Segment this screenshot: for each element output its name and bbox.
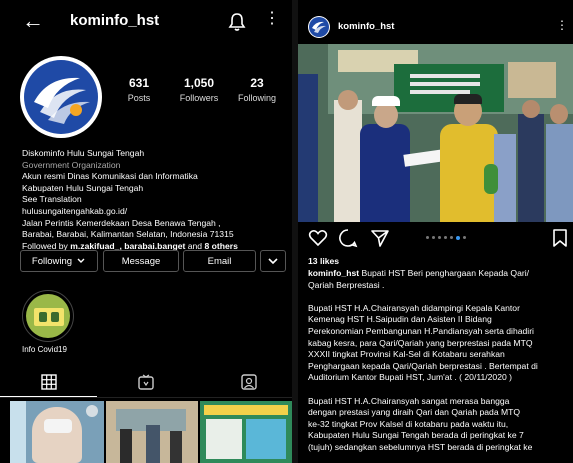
share-icon[interactable] <box>370 228 390 248</box>
message-button[interactable]: Message <box>103 250 179 272</box>
post-header: kominfo_hst ⋮ <box>298 12 573 40</box>
caption-line: ke-32 tingkat Prov Kalsel di kotabaru pa… <box>308 418 509 429</box>
post-pane: kominfo_hst ⋮ 13 likes kominfo_hst Bupat… <box>298 0 573 463</box>
caption-text: Bupati HST Beri penghargaan Kepada Qari/ <box>361 268 530 278</box>
profile-header: ← kominfo_hst ⋮ <box>0 8 292 38</box>
grid-post-thumbnail[interactable] <box>106 401 198 463</box>
following-count[interactable]: 23 Following <box>234 76 280 103</box>
caption-line: kominfo_hst Bupati HST Beri penghargaan … <box>308 268 570 280</box>
profile-avatar[interactable] <box>20 56 102 138</box>
caption-line: Perekonomian Pembangunan H.Pandiansyah s… <box>308 325 534 336</box>
heart-icon[interactable] <box>308 228 328 248</box>
caption-line: kabag kesra, para Qari/Qariah yang berpr… <box>308 337 533 348</box>
grid-post-thumbnail[interactable] <box>10 401 104 463</box>
caption-line: Qariah Berprestasi . <box>308 279 385 290</box>
see-translation-link[interactable]: See Translation <box>22 194 290 206</box>
highlight-label: Info Covid19 <box>22 345 67 354</box>
bio-category: Government Organization <box>22 159 121 170</box>
grid-icon[interactable] <box>40 374 58 390</box>
address-line[interactable]: Jalan Perintis Kemerdekaan Desa Benawa T… <box>22 218 290 230</box>
chevron-down-icon <box>77 258 85 263</box>
caption-line: Auditorium Kantor Bupati HST, Jum'at . (… <box>308 372 513 383</box>
bio-line: Akun resmi Dinas Komunikasi dan Informat… <box>22 171 198 182</box>
caption-line: Bupati HST H.A.Chairansyah didampingi Ke… <box>308 302 520 313</box>
profile-username: kominfo_hst <box>70 12 160 29</box>
back-arrow-icon[interactable]: ← <box>22 10 44 32</box>
posts-count: 631 Posts <box>122 76 156 103</box>
post-options-icon[interactable]: ⋮ <box>556 18 568 32</box>
caption-username[interactable]: kominfo_hst <box>308 268 359 278</box>
following-value: 23 <box>250 76 264 90</box>
email-button[interactable]: Email <box>183 250 256 272</box>
more-options-icon[interactable]: ⋮ <box>264 10 280 28</box>
caption-line: Kemenag HST H.Saipudin dan Asisten II Bi… <box>308 314 492 325</box>
following-button[interactable]: Following <box>20 250 98 272</box>
email-button-label: Email <box>207 255 232 267</box>
following-button-label: Following <box>31 255 73 267</box>
caption-line <box>308 384 570 396</box>
website-link[interactable]: hulusungaitengahkab.go.id/ <box>22 206 290 218</box>
caption-line: (tujuh) sedangkan sebelumnya HST berada … <box>308 441 533 452</box>
suggested-accounts-button[interactable] <box>260 250 286 272</box>
post-grid <box>10 401 292 463</box>
posts-label: Posts <box>127 93 151 103</box>
caption-line: Kabupaten Hulu Sungai Tengah berada di p… <box>308 430 524 441</box>
active-tab-indicator <box>0 396 97 397</box>
followers-value: 1,050 <box>183 76 215 90</box>
address-line[interactable]: Barabai, Barabai, Kalimantan Selatan, In… <box>22 229 290 241</box>
post-image[interactable] <box>298 44 573 222</box>
followers-count[interactable]: 1,050 Followers <box>175 76 223 103</box>
profile-bio: Diskominfo Hulu Sungai Tengah Government… <box>22 148 290 252</box>
profile-tabs <box>0 368 292 398</box>
caption-line: dengan prestasi yang diraih Qari dan Qar… <box>308 407 521 418</box>
bio-name: Diskominfo Hulu Sungai Tengah <box>22 148 145 158</box>
profile-pane: ← kominfo_hst ⋮ 631 Posts 1,050 Follower… <box>0 0 292 463</box>
likes-count[interactable]: 13 likes <box>308 256 339 266</box>
post-author-avatar[interactable] <box>308 16 330 38</box>
kominfo-logo-icon <box>24 60 98 134</box>
bookmark-icon[interactable] <box>550 228 570 248</box>
posts-value: 631 <box>128 76 150 90</box>
post-actions <box>298 228 573 250</box>
caption-line: Bupati HST H.A.Chairansyah sangat merasa… <box>308 395 510 406</box>
story-highlight[interactable] <box>22 290 74 342</box>
igtv-icon[interactable] <box>137 374 155 390</box>
tagged-icon[interactable] <box>240 374 258 390</box>
followers-label: Followers <box>179 93 219 103</box>
highlight-cover <box>26 294 70 338</box>
grid-post-thumbnail[interactable] <box>200 401 292 463</box>
carousel-indicator <box>426 236 466 242</box>
post-author-username[interactable]: kominfo_hst <box>338 21 394 32</box>
post-caption: kominfo_hst Bupati HST Beri penghargaan … <box>308 268 570 454</box>
caption-line: Penghargaan kepada Qari/Qariah berpresta… <box>308 360 538 371</box>
bio-line: Kabupaten Hulu Sungai Tengah <box>22 182 144 193</box>
caption-line <box>308 291 570 303</box>
message-button-label: Message <box>121 255 161 267</box>
bell-icon[interactable] <box>228 12 246 32</box>
kominfo-logo-icon <box>309 17 329 37</box>
following-label: Following <box>237 93 277 103</box>
comment-icon[interactable] <box>338 228 358 248</box>
chevron-down-icon <box>268 258 278 265</box>
caption-line: XXXII tingkat Provinsi Kal-Sel di Kotaba… <box>308 349 505 360</box>
